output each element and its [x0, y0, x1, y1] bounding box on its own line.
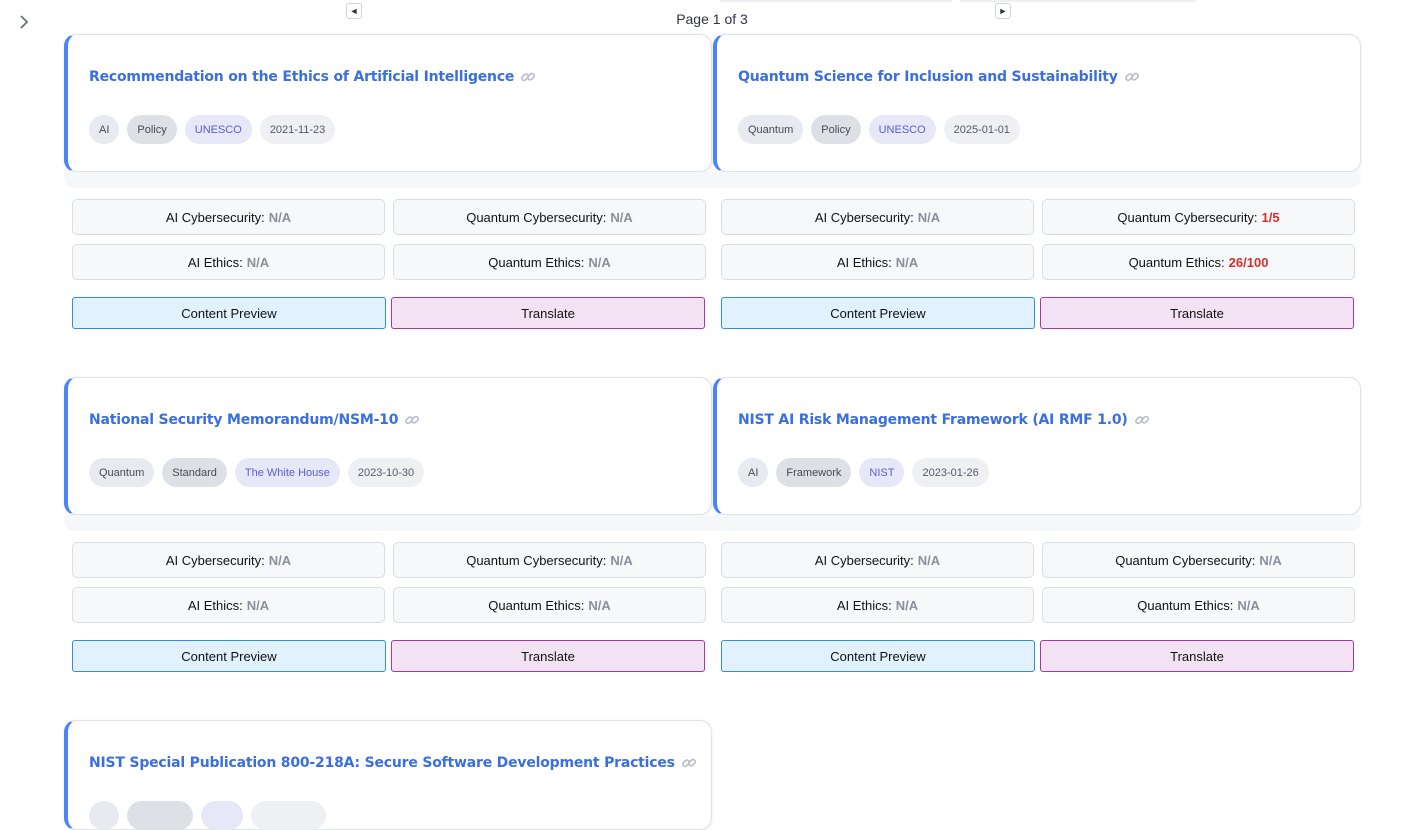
ai-cybersecurity-score: AI Cybersecurity: N/A — [72, 542, 385, 578]
ai-ethics-score: AI Ethics: N/A — [721, 244, 1034, 280]
document-card: Quantum Science for Inclusion and Sustai… — [713, 34, 1361, 172]
type-tag: Framework — [776, 458, 852, 487]
ai-ethics-score: AI Ethics: N/A — [72, 587, 385, 623]
card-footer-strip — [64, 172, 1361, 188]
translate-button[interactable]: Translate — [391, 297, 705, 329]
tag-list: Quantum Policy UNESCO 2025-01-01 — [738, 115, 1020, 144]
document-title-link[interactable]: National Security Memorandum/NSM-10 — [89, 412, 398, 428]
content-preview-button[interactable]: Content Preview — [721, 297, 1035, 329]
link-icon[interactable] — [520, 69, 536, 85]
date-tag — [251, 801, 326, 830]
page-indicator: Page 1 of 3 — [676, 11, 748, 27]
ai-ethics-score: AI Ethics: N/A — [72, 244, 385, 280]
quantum-cybersecurity-score: Quantum Cybersecurity: N/A — [393, 199, 706, 235]
translate-button[interactable]: Translate — [391, 640, 705, 672]
document-title-link[interactable]: NIST AI Risk Management Framework (AI RM… — [738, 412, 1128, 428]
link-icon[interactable] — [404, 412, 420, 428]
tag-list: Quantum Standard The White House 2023-10… — [89, 458, 425, 487]
ai-ethics-score: AI Ethics: N/A — [721, 587, 1034, 623]
tag-list: AI Policy UNESCO 2021-11-23 — [89, 115, 336, 144]
quantum-cybersecurity-score: Quantum Cybersecurity: 1/5 — [1042, 199, 1355, 235]
link-icon[interactable] — [1124, 69, 1140, 85]
topic-tag — [89, 801, 119, 830]
link-icon[interactable] — [1134, 412, 1150, 428]
tag-list: AI Framework NIST 2023-01-26 — [738, 458, 989, 487]
quantum-cybersecurity-score: Quantum Cybersecurity: N/A — [1042, 542, 1355, 578]
translate-button[interactable]: Translate — [1040, 640, 1354, 672]
type-tag: Standard — [162, 458, 227, 487]
organization-tag: UNESCO — [184, 115, 252, 144]
topic-tag: Quantum — [89, 458, 155, 487]
link-icon[interactable] — [681, 755, 697, 771]
organization-tag: NIST — [859, 458, 905, 487]
date-tag: 2023-01-26 — [912, 458, 989, 487]
quantum-ethics-score: Quantum Ethics: N/A — [393, 244, 706, 280]
date-tag: 2025-01-01 — [943, 115, 1020, 144]
pager-decoration — [720, 0, 952, 2]
tag-list — [89, 801, 326, 830]
quantum-ethics-score: Quantum Ethics: N/A — [1042, 587, 1355, 623]
organization-tag: UNESCO — [868, 115, 936, 144]
date-tag: 2023-10-30 — [347, 458, 425, 487]
date-tag: 2021-11-23 — [259, 115, 336, 144]
ai-cybersecurity-score: AI Cybersecurity: N/A — [72, 199, 385, 235]
organization-tag: The White House — [234, 458, 340, 487]
card-footer-strip — [64, 515, 1361, 531]
document-title-link[interactable]: Quantum Science for Inclusion and Sustai… — [738, 69, 1118, 85]
translate-button[interactable]: Translate — [1040, 297, 1354, 329]
content-preview-button[interactable]: Content Preview — [72, 297, 386, 329]
topic-tag: AI — [738, 458, 769, 487]
ai-cybersecurity-score: AI Cybersecurity: N/A — [721, 199, 1034, 235]
pager-decoration — [960, 0, 1196, 2]
quantum-cybersecurity-score: Quantum Cybersecurity: N/A — [393, 542, 706, 578]
content-preview-button[interactable]: Content Preview — [72, 640, 386, 672]
quantum-ethics-score: Quantum Ethics: 26/100 — [1042, 244, 1355, 280]
topic-tag: AI — [89, 115, 120, 144]
type-tag: Policy — [811, 115, 861, 144]
document-card: NIST AI Risk Management Framework (AI RM… — [713, 377, 1361, 515]
content-preview-button[interactable]: Content Preview — [721, 640, 1035, 672]
topic-tag: Quantum — [738, 115, 804, 144]
organization-tag — [201, 801, 243, 830]
type-tag: Policy — [127, 115, 177, 144]
document-title-link[interactable]: Recommendation on the Ethics of Artifici… — [89, 69, 514, 85]
document-card: National Security Memorandum/NSM-10 Quan… — [64, 377, 712, 515]
type-tag — [127, 801, 193, 830]
document-title-link[interactable]: NIST Special Publication 800-218A: Secur… — [89, 755, 675, 771]
ai-cybersecurity-score: AI Cybersecurity: N/A — [721, 542, 1034, 578]
document-card: Recommendation on the Ethics of Artifici… — [64, 34, 712, 172]
document-card: NIST Special Publication 800-218A: Secur… — [64, 720, 712, 830]
quantum-ethics-score: Quantum Ethics: N/A — [393, 587, 706, 623]
